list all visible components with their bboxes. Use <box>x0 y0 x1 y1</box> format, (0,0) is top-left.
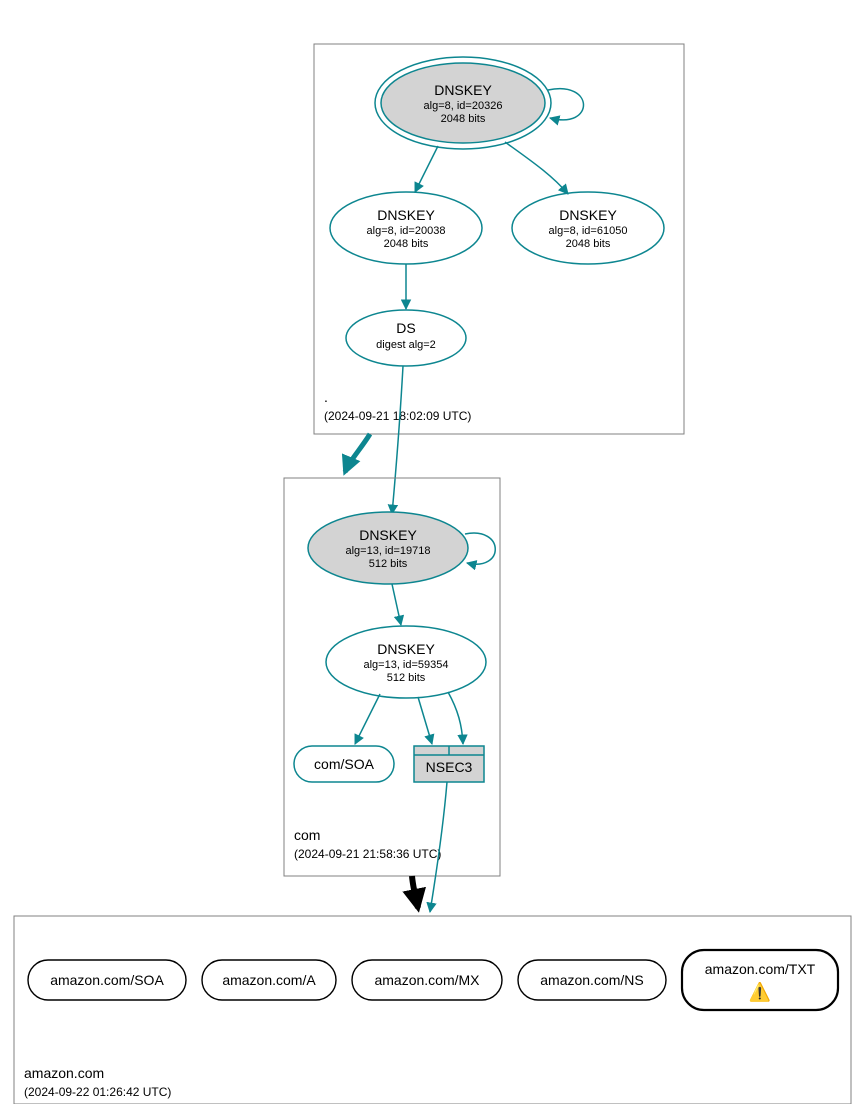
svg-text:NSEC3: NSEC3 <box>426 759 473 775</box>
svg-text:DNSKEY: DNSKEY <box>377 641 435 657</box>
svg-text:2048 bits: 2048 bits <box>441 113 486 125</box>
node-amazon-soa: amazon.com/SOA <box>28 960 186 1000</box>
edge-root-ksk-zsk1 <box>415 146 438 192</box>
svg-text:DNSKEY: DNSKEY <box>359 527 417 543</box>
node-amazon-ns: amazon.com/NS <box>518 960 666 1000</box>
zone-amazon-timestamp: (2024-09-22 01:26:42 UTC) <box>24 1085 171 1099</box>
edge-com-ksk-self <box>465 533 495 564</box>
node-root-ds: DS digest alg=2 <box>346 310 466 366</box>
zone-com-label: com <box>294 827 320 843</box>
svg-text:alg=8, id=20038: alg=8, id=20038 <box>367 225 446 237</box>
node-amazon-mx: amazon.com/MX <box>352 960 502 1000</box>
zone-root-timestamp: (2024-09-21 18:02:09 UTC) <box>324 409 471 423</box>
dnssec-graph: . (2024-09-21 18:02:09 UTC) DNSKEY alg=8… <box>0 0 865 1104</box>
node-amazon-txt: amazon.com/TXT ⚠️ <box>682 950 838 1010</box>
zone-root: . (2024-09-21 18:02:09 UTC) DNSKEY alg=8… <box>314 44 684 434</box>
edge-com-ksk-zsk <box>392 584 401 625</box>
node-root-zsk1: DNSKEY alg=8, id=20038 2048 bits <box>330 192 482 264</box>
svg-text:alg=13, id=59354: alg=13, id=59354 <box>363 659 448 671</box>
svg-text:amazon.com/SOA: amazon.com/SOA <box>50 972 164 988</box>
zone-amazon-label: amazon.com <box>24 1065 104 1081</box>
node-amazon-a: amazon.com/A <box>202 960 336 1000</box>
edge-root-ksk-self <box>548 89 584 120</box>
warning-icon: ⚠️ <box>749 981 771 1002</box>
node-com-nsec3: NSEC3 <box>414 746 484 782</box>
node-com-soa: com/SOA <box>294 746 394 782</box>
edge-delegation-root-com <box>345 434 370 472</box>
svg-text:512 bits: 512 bits <box>369 558 408 570</box>
edge-com-zsk-nsec3-b <box>448 692 463 744</box>
svg-text:digest alg=2: digest alg=2 <box>376 339 436 351</box>
svg-text:2048 bits: 2048 bits <box>566 238 611 250</box>
node-com-ksk: DNSKEY alg=13, id=19718 512 bits <box>308 512 468 584</box>
svg-text:DS: DS <box>396 320 415 336</box>
svg-text:amazon.com/MX: amazon.com/MX <box>374 972 480 988</box>
svg-text:DNSKEY: DNSKEY <box>559 207 617 223</box>
zone-com-timestamp: (2024-09-21 21:58:36 UTC) <box>294 847 441 861</box>
svg-text:alg=13, id=19718: alg=13, id=19718 <box>345 545 430 557</box>
node-root-zsk2: DNSKEY alg=8, id=61050 2048 bits <box>512 192 664 264</box>
svg-text:DNSKEY: DNSKEY <box>434 82 492 98</box>
edge-com-zsk-nsec3-a <box>418 697 432 744</box>
svg-text:amazon.com/A: amazon.com/A <box>222 972 316 988</box>
svg-text:2048 bits: 2048 bits <box>384 238 429 250</box>
zone-amazon: amazon.com (2024-09-22 01:26:42 UTC) ama… <box>14 916 851 1104</box>
zone-root-label: . <box>324 389 328 405</box>
node-root-ksk: DNSKEY alg=8, id=20326 2048 bits <box>375 57 551 149</box>
svg-text:512 bits: 512 bits <box>387 672 426 684</box>
svg-text:amazon.com/TXT: amazon.com/TXT <box>705 961 816 977</box>
svg-text:alg=8, id=61050: alg=8, id=61050 <box>549 225 628 237</box>
node-com-zsk: DNSKEY alg=13, id=59354 512 bits <box>326 626 486 698</box>
edge-delegation-com-amazon <box>412 876 418 908</box>
svg-text:amazon.com/NS: amazon.com/NS <box>540 972 643 988</box>
svg-text:DNSKEY: DNSKEY <box>377 207 435 223</box>
svg-text:com/SOA: com/SOA <box>314 756 375 772</box>
edge-root-ksk-zsk2 <box>505 142 568 194</box>
zone-com: com (2024-09-21 21:58:36 UTC) DNSKEY alg… <box>284 478 500 876</box>
svg-text:alg=8, id=20326: alg=8, id=20326 <box>424 100 503 112</box>
edge-ds-to-com-ksk <box>392 366 403 514</box>
edge-com-zsk-soa <box>355 694 380 744</box>
